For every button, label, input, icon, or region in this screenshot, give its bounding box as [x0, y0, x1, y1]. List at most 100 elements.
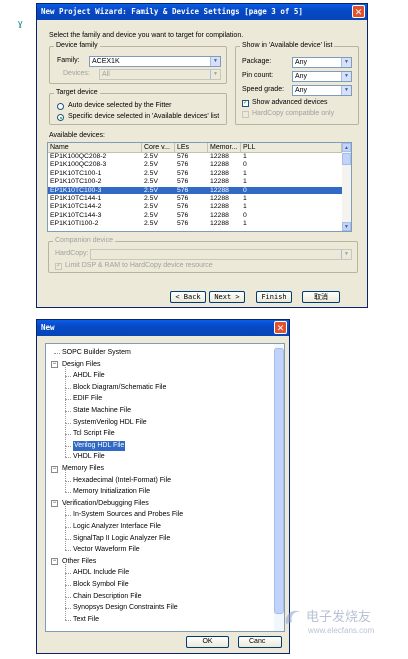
table-cell: EP1K10TC144-3	[50, 211, 102, 219]
target-device-legend: Target device	[54, 89, 100, 96]
speed-grade-label: Speed grade:	[242, 86, 285, 93]
tree-category[interactable]: Other Files	[62, 557, 96, 567]
table-cell: 2.5V	[144, 220, 158, 228]
tree-item[interactable]: AHDL File	[73, 371, 105, 381]
page-marker: ɣ	[18, 18, 23, 28]
tree-connector	[65, 399, 66, 411]
scroll-down-icon[interactable]: ▼	[342, 222, 351, 231]
tree-item[interactable]: Verilog HDL File	[73, 440, 126, 451]
scroll-thumb[interactable]	[274, 348, 284, 614]
tree-item[interactable]: EDIF File	[73, 394, 102, 404]
column-header-core-voltage[interactable]: Core v...	[142, 143, 175, 152]
cancel-button[interactable]: 取消	[302, 291, 340, 303]
table-cell: 1	[243, 195, 247, 202]
table-row[interactable]: EP1K10TC144-2 2.5V 576 12288 1	[48, 203, 342, 211]
table-cell: 2.5V	[144, 169, 158, 177]
tree-item[interactable]: Synopsys Design Constraints File	[73, 603, 178, 613]
tree-item[interactable]: Block Diagram/Schematic File	[73, 383, 166, 393]
instruction-text: Select the family and device you want to…	[49, 32, 244, 39]
table-cell: 576	[177, 203, 189, 211]
tree-item[interactable]: SignalTap II Logic Analyzer File	[73, 534, 170, 544]
chevron-down-icon[interactable]: ▼	[341, 58, 351, 67]
auto-device-radio[interactable]	[57, 103, 64, 110]
table-cell: 576	[177, 153, 189, 160]
tree-item[interactable]: AHDL Include File	[73, 568, 129, 578]
cancel-new-button[interactable]: Canc	[238, 636, 282, 648]
column-header-pll[interactable]: PLL	[241, 143, 342, 152]
tree-item[interactable]: Logic Analyzer Interface File	[73, 522, 161, 532]
scroll-up-icon[interactable]: ▲	[342, 143, 351, 152]
table-cell: EP1K10TC100-1	[50, 169, 102, 177]
table-row[interactable]: EP1K100QC208-3 2.5V 576 12288 0	[48, 161, 342, 169]
tree-item[interactable]: In-System Sources and Probes File	[73, 510, 183, 520]
table-row[interactable]: EP1K10TC100-1 2.5V 576 12288 1	[48, 170, 342, 178]
table-row[interactable]: EP1K100QC208-2 2.5V 576 12288 1	[48, 153, 342, 161]
tree-connector	[65, 469, 66, 481]
table-cell: EP1K10TC144-2	[50, 203, 102, 211]
finish-button[interactable]: Finish	[256, 291, 292, 303]
tree-category[interactable]: Design Files	[62, 360, 101, 370]
tree-item[interactable]: VHDL File	[73, 452, 105, 462]
column-header-name[interactable]: Name	[48, 143, 142, 152]
collapse-icon[interactable]: −	[51, 361, 58, 369]
pin-count-select[interactable]: Any ▼	[292, 71, 352, 82]
table-cell: 1	[243, 203, 247, 211]
table-row[interactable]: EP1K10TC100-2 2.5V 576 12288 1	[48, 178, 342, 186]
file-type-tree[interactable]: SOPC Builder System − Design Files AHDL Fil…	[45, 343, 285, 632]
devices-value: All	[102, 71, 110, 78]
family-select[interactable]: ACEX1K ▼	[89, 56, 221, 67]
chevron-down-icon[interactable]: ▼	[210, 57, 220, 66]
tree-item[interactable]: Chain Description File	[73, 592, 141, 602]
available-devices-table[interactable]: Name Core v... LEs Memor... PLL EP1K100Q…	[47, 142, 352, 232]
table-cell: 576	[177, 211, 189, 219]
table-cell: 1	[243, 178, 247, 186]
table-scrollbar[interactable]: ▲ ▼	[342, 143, 351, 231]
ok-button[interactable]: OK	[186, 636, 229, 648]
collapse-icon[interactable]: −	[51, 558, 58, 566]
tree-connector	[65, 619, 71, 621]
scroll-thumb[interactable]	[342, 153, 351, 165]
tree-category[interactable]: SOPC Builder System	[62, 348, 131, 358]
table-cell: 1	[243, 220, 247, 228]
collapse-icon[interactable]: −	[51, 465, 58, 473]
speed-grade-value: Any	[295, 87, 308, 94]
tree-connector	[65, 573, 66, 585]
tree-item[interactable]: SystemVerilog HDL File	[73, 418, 147, 428]
table-cell: 12288	[210, 195, 229, 202]
family-label: Family:	[57, 57, 80, 64]
table-row[interactable]: EP1K10TC144-1 2.5V 576 12288 1	[48, 195, 342, 203]
hardcopy-compatible-label: HardCopy compatible only	[252, 110, 335, 117]
tree-item[interactable]: Tcl Script File	[73, 429, 115, 439]
show-advanced-checkbox[interactable]: ✓	[242, 100, 249, 107]
collapse-icon[interactable]: −	[51, 500, 58, 508]
table-row[interactable]: EP1K10TC100-3 2.5V 576 12288 0	[48, 186, 342, 195]
tree-item[interactable]: Block Symbol File	[73, 580, 129, 590]
back-button[interactable]: < Back	[170, 291, 206, 303]
column-header-memory[interactable]: Memor...	[208, 143, 241, 152]
chevron-down-icon[interactable]: ▼	[341, 72, 351, 81]
close-icon[interactable]: ✕	[274, 321, 287, 334]
speed-grade-select[interactable]: Any ▼	[292, 85, 352, 96]
tree-category[interactable]: Memory Files	[62, 464, 104, 474]
chevron-down-icon[interactable]: ▼	[341, 86, 351, 95]
package-select[interactable]: Any ▼	[292, 57, 352, 68]
tree-scrollbar[interactable]	[274, 344, 284, 631]
limit-dsp-checkbox: ✓	[55, 263, 62, 270]
next-button[interactable]: Next >	[209, 291, 245, 303]
tree-item[interactable]: State Machine File	[73, 406, 131, 416]
close-icon[interactable]: ✕	[352, 5, 365, 18]
tree-item[interactable]: Vector Waveform File	[73, 545, 140, 555]
table-cell: 576	[177, 161, 189, 169]
specific-device-radio[interactable]	[57, 114, 64, 121]
column-header-les[interactable]: LEs	[175, 143, 208, 152]
wizard-titlebar: New Project Wizard: Family & Device Sett…	[37, 4, 367, 20]
tree-connector	[65, 387, 66, 400]
tree-connector	[65, 411, 66, 423]
tree-item[interactable]: Text File	[73, 615, 99, 625]
tree-category[interactable]: Verification/Debugging Files	[62, 499, 149, 509]
table-row[interactable]: EP1K10TI100-2 2.5V 576 12288 1	[48, 220, 342, 228]
table-cell: EP1K10TC100-2	[50, 178, 102, 186]
tree-item[interactable]: Memory Initialization File	[73, 487, 150, 497]
table-row[interactable]: EP1K10TC144-3 2.5V 576 12288 0	[48, 212, 342, 220]
tree-item[interactable]: Hexadecimal (Intel-Format) File	[73, 476, 171, 486]
